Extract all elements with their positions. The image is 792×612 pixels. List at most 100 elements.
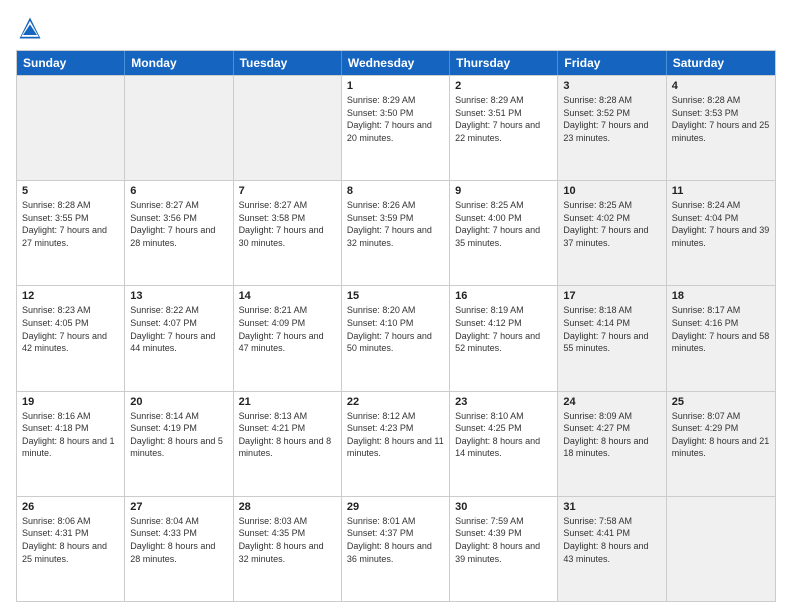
- calendar-cell: 19 Sunrise: 8:16 AM Sunset: 4:18 PM Dayli…: [17, 392, 125, 496]
- day-number: 3: [563, 80, 660, 92]
- cell-info: Sunrise: 8:09 AM Sunset: 4:27 PM Dayligh…: [563, 410, 660, 460]
- calendar-cell: 20Sunrise: 8:14 AM Sunset: 4:19 PM Dayli…: [125, 392, 233, 496]
- calendar-cell: 24 Sunrise: 8:09 AM Sunset: 4:27 PM Dayli…: [558, 392, 666, 496]
- cell-info: Sunrise: 8:29 AM Sunset: 3:50 PM Dayligh…: [347, 94, 444, 144]
- calendar-cell: 13 Sunrise: 8:22 AM Sunset: 4:07 PM Dayli…: [125, 286, 233, 390]
- cell-info: Sunrise: 8:29 AM Sunset: 3:51 PM Dayligh…: [455, 94, 552, 144]
- logo-icon: [16, 14, 44, 42]
- cell-info: Sunrise: 8:23 AM Sunset: 4:05 PM Dayligh…: [22, 304, 119, 354]
- calendar-cell: 23 Sunrise: 8:10 AM Sunset: 4:25 PM Dayli…: [450, 392, 558, 496]
- calendar-cell: 26Sunrise: 8:06 AM Sunset: 4:31 PM Dayli…: [17, 497, 125, 601]
- calendar: SundayMondayTuesdayWednesdayThursdayFrid…: [16, 50, 776, 602]
- day-number: 19: [22, 396, 119, 408]
- day-number: 14: [239, 290, 336, 302]
- day-number: 16: [455, 290, 552, 302]
- day-number: 15: [347, 290, 444, 302]
- calendar-cell: 1 Sunrise: 8:29 AM Sunset: 3:50 PM Daylig…: [342, 76, 450, 180]
- calendar-cell: 17 Sunrise: 8:18 AM Sunset: 4:14 PM Dayli…: [558, 286, 666, 390]
- calendar-cell: 30Sunrise: 7:59 AM Sunset: 4:39 PM Dayli…: [450, 497, 558, 601]
- cell-info: Sunrise: 8:27 AM Sunset: 3:58 PM Dayligh…: [239, 199, 336, 249]
- calendar-header: SundayMondayTuesdayWednesdayThursdayFrid…: [17, 51, 775, 75]
- weekday-header: Monday: [125, 51, 233, 75]
- day-number: 1: [347, 80, 444, 92]
- calendar-cell: 7 Sunrise: 8:27 AM Sunset: 3:58 PM Daylig…: [234, 181, 342, 285]
- calendar-cell: 22 Sunrise: 8:12 AM Sunset: 4:23 PM Dayli…: [342, 392, 450, 496]
- cell-info: Sunrise: 7:59 AM Sunset: 4:39 PM Dayligh…: [455, 515, 552, 565]
- calendar-week: 12 Sunrise: 8:23 AM Sunset: 4:05 PM Dayli…: [17, 285, 775, 390]
- cell-info: Sunrise: 8:25 AM Sunset: 4:02 PM Dayligh…: [563, 199, 660, 249]
- calendar-cell: 27 Sunrise: 8:04 AM Sunset: 4:33 PM Dayli…: [125, 497, 233, 601]
- calendar-cell: 21Sunrise: 8:13 AM Sunset: 4:21 PM Dayli…: [234, 392, 342, 496]
- cell-info: Sunrise: 8:21 AM Sunset: 4:09 PM Dayligh…: [239, 304, 336, 354]
- day-number: 10: [563, 185, 660, 197]
- day-number: 31: [563, 501, 660, 513]
- calendar-cell: 11Sunrise: 8:24 AM Sunset: 4:04 PM Dayli…: [667, 181, 775, 285]
- calendar-cell: 9 Sunrise: 8:25 AM Sunset: 4:00 PM Daylig…: [450, 181, 558, 285]
- calendar-cell: [125, 76, 233, 180]
- cell-info: Sunrise: 8:22 AM Sunset: 4:07 PM Dayligh…: [130, 304, 227, 354]
- cell-info: Sunrise: 8:19 AM Sunset: 4:12 PM Dayligh…: [455, 304, 552, 354]
- day-number: 22: [347, 396, 444, 408]
- cell-info: Sunrise: 8:03 AM Sunset: 4:35 PM Dayligh…: [239, 515, 336, 565]
- day-number: 9: [455, 185, 552, 197]
- calendar-cell: 29 Sunrise: 8:01 AM Sunset: 4:37 PM Dayli…: [342, 497, 450, 601]
- cell-info: Sunrise: 8:26 AM Sunset: 3:59 PM Dayligh…: [347, 199, 444, 249]
- calendar-cell: 6 Sunrise: 8:27 AM Sunset: 3:56 PM Daylig…: [125, 181, 233, 285]
- calendar-cell: 18 Sunrise: 8:17 AM Sunset: 4:16 PM Dayli…: [667, 286, 775, 390]
- logo: [16, 14, 48, 42]
- cell-info: Sunrise: 8:25 AM Sunset: 4:00 PM Dayligh…: [455, 199, 552, 249]
- day-number: 8: [347, 185, 444, 197]
- day-number: 23: [455, 396, 552, 408]
- calendar-week: 19 Sunrise: 8:16 AM Sunset: 4:18 PM Dayli…: [17, 391, 775, 496]
- day-number: 21: [239, 396, 336, 408]
- calendar-cell: 28 Sunrise: 8:03 AM Sunset: 4:35 PM Dayli…: [234, 497, 342, 601]
- day-number: 7: [239, 185, 336, 197]
- page: SundayMondayTuesdayWednesdayThursdayFrid…: [0, 0, 792, 612]
- cell-info: Sunrise: 8:28 AM Sunset: 3:52 PM Dayligh…: [563, 94, 660, 144]
- cell-info: Sunrise: 8:27 AM Sunset: 3:56 PM Dayligh…: [130, 199, 227, 249]
- calendar-cell: [667, 497, 775, 601]
- cell-info: Sunrise: 7:58 AM Sunset: 4:41 PM Dayligh…: [563, 515, 660, 565]
- day-number: 11: [672, 185, 770, 197]
- weekday-header: Wednesday: [342, 51, 450, 75]
- day-number: 12: [22, 290, 119, 302]
- cell-info: Sunrise: 8:01 AM Sunset: 4:37 PM Dayligh…: [347, 515, 444, 565]
- cell-info: Sunrise: 8:20 AM Sunset: 4:10 PM Dayligh…: [347, 304, 444, 354]
- calendar-cell: 15 Sunrise: 8:20 AM Sunset: 4:10 PM Dayli…: [342, 286, 450, 390]
- day-number: 13: [130, 290, 227, 302]
- weekday-header: Tuesday: [234, 51, 342, 75]
- day-number: 17: [563, 290, 660, 302]
- calendar-cell: 3 Sunrise: 8:28 AM Sunset: 3:52 PM Daylig…: [558, 76, 666, 180]
- day-number: 5: [22, 185, 119, 197]
- day-number: 20: [130, 396, 227, 408]
- cell-info: Sunrise: 8:12 AM Sunset: 4:23 PM Dayligh…: [347, 410, 444, 460]
- day-number: 24: [563, 396, 660, 408]
- calendar-cell: 5Sunrise: 8:28 AM Sunset: 3:55 PM Daylig…: [17, 181, 125, 285]
- weekday-header: Friday: [558, 51, 666, 75]
- day-number: 4: [672, 80, 770, 92]
- cell-info: Sunrise: 8:16 AM Sunset: 4:18 PM Dayligh…: [22, 410, 119, 460]
- calendar-cell: 12 Sunrise: 8:23 AM Sunset: 4:05 PM Dayli…: [17, 286, 125, 390]
- day-number: 2: [455, 80, 552, 92]
- day-number: 29: [347, 501, 444, 513]
- day-number: 6: [130, 185, 227, 197]
- cell-info: Sunrise: 8:04 AM Sunset: 4:33 PM Dayligh…: [130, 515, 227, 565]
- calendar-week: 26Sunrise: 8:06 AM Sunset: 4:31 PM Dayli…: [17, 496, 775, 601]
- cell-info: Sunrise: 8:28 AM Sunset: 3:53 PM Dayligh…: [672, 94, 770, 144]
- calendar-cell: 16 Sunrise: 8:19 AM Sunset: 4:12 PM Dayli…: [450, 286, 558, 390]
- weekday-header: Sunday: [17, 51, 125, 75]
- day-number: 28: [239, 501, 336, 513]
- calendar-cell: 14 Sunrise: 8:21 AM Sunset: 4:09 PM Dayli…: [234, 286, 342, 390]
- calendar-cell: 2 Sunrise: 8:29 AM Sunset: 3:51 PM Daylig…: [450, 76, 558, 180]
- day-number: 18: [672, 290, 770, 302]
- calendar-cell: 25Sunrise: 8:07 AM Sunset: 4:29 PM Dayli…: [667, 392, 775, 496]
- cell-info: Sunrise: 8:17 AM Sunset: 4:16 PM Dayligh…: [672, 304, 770, 354]
- calendar-cell: 10 Sunrise: 8:25 AM Sunset: 4:02 PM Dayli…: [558, 181, 666, 285]
- weekday-header: Saturday: [667, 51, 775, 75]
- calendar-cell: [234, 76, 342, 180]
- calendar-cell: 31 Sunrise: 7:58 AM Sunset: 4:41 PM Dayli…: [558, 497, 666, 601]
- day-number: 27: [130, 501, 227, 513]
- cell-info: Sunrise: 8:18 AM Sunset: 4:14 PM Dayligh…: [563, 304, 660, 354]
- calendar-cell: [17, 76, 125, 180]
- cell-info: Sunrise: 8:10 AM Sunset: 4:25 PM Dayligh…: [455, 410, 552, 460]
